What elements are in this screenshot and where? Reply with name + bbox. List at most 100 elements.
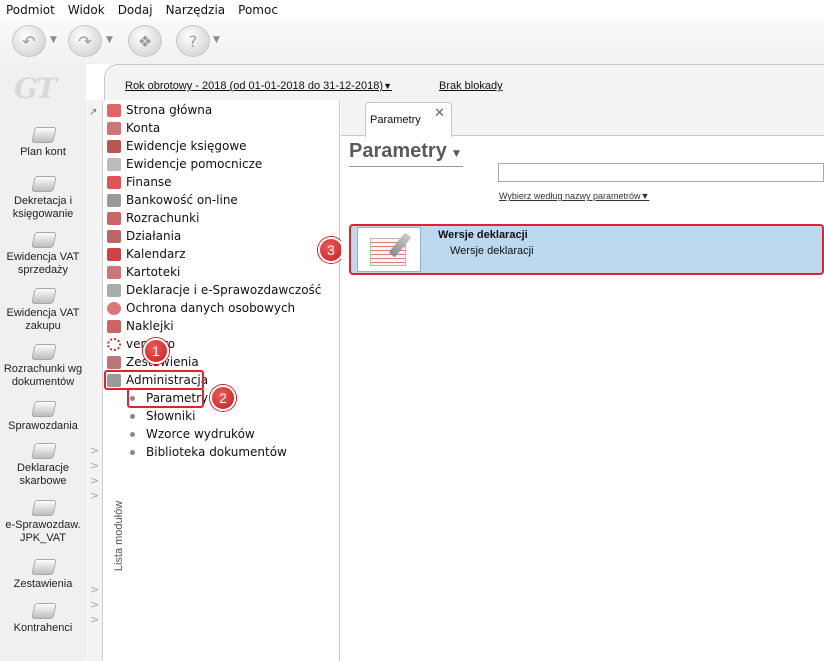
vat-sales-icon: [30, 229, 56, 249]
module-deklaracje[interactable]: Deklaracje i e-Sprawozdawczość: [107, 281, 321, 299]
submodule-slowniki[interactable]: Słowniki: [130, 407, 195, 425]
module-bankowosc[interactable]: Bankowość on-line: [107, 191, 238, 209]
nav-plan-kont[interactable]: Plan kont: [0, 124, 86, 159]
forward-dropdown-caret[interactable]: ▼: [106, 35, 113, 45]
declarations-icon: [107, 283, 121, 297]
nav-sprawozdania[interactable]: Sprawozdania: [0, 398, 86, 433]
menu-narzedzia[interactable]: Narzędzia: [166, 3, 226, 17]
document-edit-icon: [357, 227, 421, 272]
statements-icon: [107, 355, 121, 369]
submodule-label: Wzorce wydruków: [146, 427, 255, 441]
jpk-icon: JPK: [30, 497, 56, 517]
module-list-strip[interactable]: [86, 100, 103, 661]
contractors-icon: [30, 600, 56, 620]
step-marker-1: 1: [143, 338, 169, 364]
tax-declarations-icon: [30, 440, 56, 460]
module-konta[interactable]: Konta: [107, 119, 160, 137]
module-label: Strona główna: [126, 103, 213, 117]
nav-vat-zakupu[interactable]: Ewidencja VAT zakupu: [0, 285, 86, 333]
module-ochrona-danych[interactable]: Ochrona danych osobowych: [107, 299, 295, 317]
nav-vat-sprzedazy[interactable]: Ewidencja VAT sprzedaży: [0, 229, 86, 277]
module-list-label: Lista modułów: [113, 500, 125, 572]
module-rozrachunki[interactable]: Rozrachunki: [107, 209, 199, 227]
module-label: Działania: [126, 229, 182, 243]
tab-label: Parametry: [370, 114, 421, 126]
nav-label: Deklaracje skarbowe: [17, 462, 69, 487]
fiscal-year-label: Rok obrotowy - 2018 (od 01-01-2018 do 31…: [125, 80, 384, 92]
close-icon[interactable]: ✕: [434, 106, 445, 121]
menu-bar: Podmiot Widok Dodaj Narzędzia Pomoc: [0, 0, 824, 19]
module-strona-glowna[interactable]: Strona główna: [107, 101, 212, 119]
vendero-icon: [107, 337, 121, 351]
menu-podmiot[interactable]: Podmiot: [6, 3, 55, 17]
nav-zestawienia[interactable]: Zestawienia: [0, 556, 86, 591]
chevron-right-icon[interactable]: >: [90, 474, 99, 487]
actions-icon: [107, 229, 121, 243]
highlight-administracja: [104, 370, 204, 390]
bullet-icon: [130, 449, 135, 455]
auxiliary-records-icon: [107, 157, 121, 171]
menu-dodaj[interactable]: Dodaj: [118, 3, 153, 17]
settlements-icon: [107, 211, 121, 225]
back-dropdown-caret[interactable]: ▼: [50, 35, 57, 45]
posting-icon: [30, 173, 56, 193]
module-label: Kartoteki: [126, 265, 181, 279]
module-label: Konta: [126, 121, 161, 135]
chevron-right-icon[interactable]: >: [90, 598, 99, 611]
module-kalendarz[interactable]: Kalendarz: [107, 245, 186, 263]
home-icon: [107, 103, 121, 117]
page-title[interactable]: Parametry: [349, 140, 447, 163]
forward-icon[interactable]: ↷: [68, 25, 102, 57]
module-finanse[interactable]: Finanse: [107, 173, 172, 191]
nav-label: Dekretacja i księgowanie: [12, 195, 74, 220]
content-pane: [341, 100, 824, 661]
module-label: Deklaracje i e-Sprawozdawczość: [126, 283, 322, 297]
chevron-right-icon[interactable]: >: [90, 459, 99, 472]
pin-icon[interactable]: ↗: [89, 107, 97, 118]
nav-jpk[interactable]: JPK e-Sprawozdaw. JPK_VAT: [0, 497, 86, 545]
ledger-icon: [107, 139, 121, 153]
nav-kontrahenci[interactable]: Kontrahenci: [0, 600, 86, 635]
chevron-right-icon[interactable]: >: [90, 444, 99, 457]
menu-widok[interactable]: Widok: [68, 3, 105, 17]
chevron-right-icon[interactable]: >: [90, 613, 99, 626]
title-underline: [349, 166, 463, 167]
bank-icon: [107, 193, 121, 207]
modules-icon[interactable]: ❖: [128, 25, 162, 57]
help-dropdown-caret[interactable]: ▼: [213, 35, 220, 45]
submodule-wzorce-wydrukow[interactable]: Wzorce wydruków: [130, 425, 255, 443]
statements-icon: [30, 556, 56, 576]
chevron-right-icon[interactable]: >: [90, 489, 99, 502]
chevron-down-icon[interactable]: ▼: [453, 149, 460, 159]
chevron-right-icon[interactable]: >: [90, 583, 99, 596]
module-label: Ewidencje pomocnicze: [126, 157, 263, 171]
nav-label: Plan kont: [20, 146, 66, 158]
module-dzialania[interactable]: Działania: [107, 227, 181, 245]
bullet-icon: [130, 431, 135, 437]
fiscal-year-selector[interactable]: Rok obrotowy - 2018 (od 01-01-2018 do 31…: [125, 80, 392, 92]
module-kartoteki[interactable]: Kartoteki: [107, 263, 180, 281]
module-label: Finanse: [126, 175, 172, 189]
nav-label: Ewidencja VAT sprzedaży: [6, 251, 80, 276]
stickers-icon: [107, 319, 121, 333]
module-label: Kalendarz: [126, 247, 186, 261]
module-ewidencje-ksiegowe[interactable]: Ewidencje księgowe: [107, 137, 247, 155]
toolbar: ↶ ▼ ↷ ▼ ❖ ? ▼: [0, 19, 824, 64]
menu-pomoc[interactable]: Pomoc: [238, 3, 278, 17]
submodule-biblioteka[interactable]: Biblioteka dokumentów: [130, 443, 287, 461]
back-icon[interactable]: ↶: [12, 25, 46, 57]
module-ewidencje-pomocnicze[interactable]: Ewidencje pomocnicze: [107, 155, 262, 173]
nav-label: Zestawienia: [13, 578, 73, 590]
nav-dekretacja[interactable]: Dekretacja i księgowanie: [0, 173, 86, 221]
nav-rozrachunki[interactable]: Rozrachunki wg dokumentów: [0, 341, 86, 389]
submodule-label: Biblioteka dokumentów: [146, 445, 287, 459]
parameter-search-input[interactable]: [498, 163, 824, 182]
nav-deklaracje[interactable]: Deklaracje skarbowe: [0, 440, 86, 488]
nav-label: Kontrahenci: [13, 622, 73, 634]
module-naklejki[interactable]: Naklejki: [107, 317, 174, 335]
help-icon[interactable]: ?: [176, 25, 210, 57]
chart-of-accounts-icon: [30, 124, 56, 144]
lock-status-link[interactable]: Brak blokady: [439, 80, 503, 92]
search-mode-selector[interactable]: Wybierz według nazwy parametrów▼: [499, 191, 649, 201]
data-protection-icon: [107, 301, 121, 315]
